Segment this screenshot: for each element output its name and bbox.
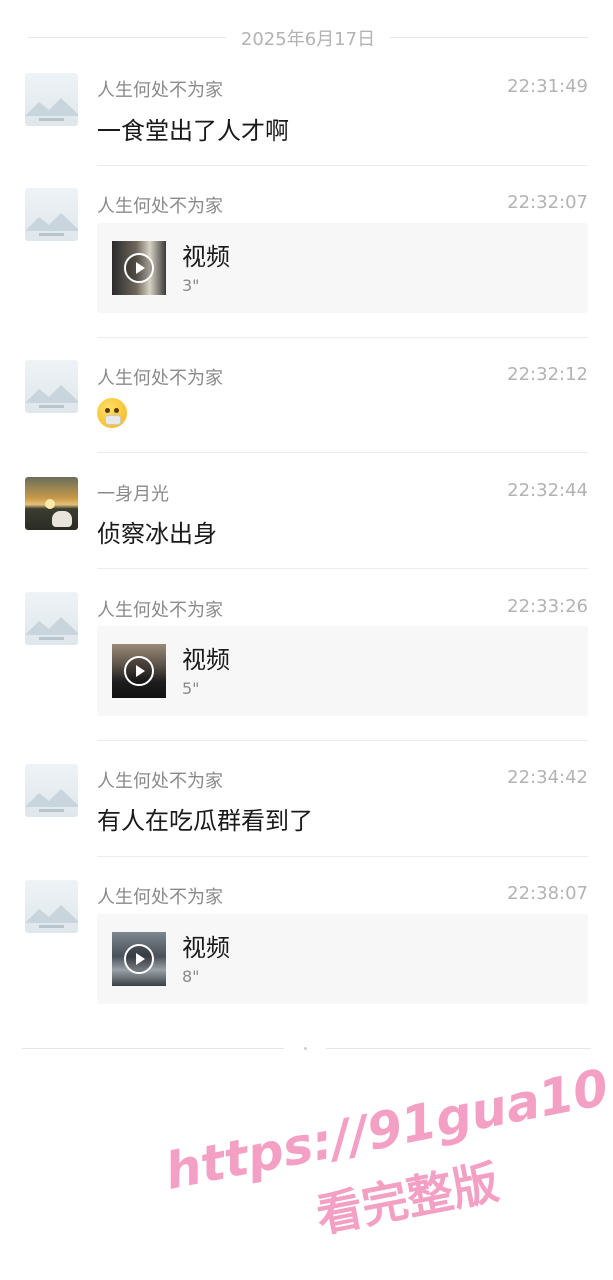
video-duration: 3" — [182, 276, 200, 295]
message-divider — [97, 337, 588, 338]
avatar-cat — [52, 511, 72, 527]
video-thumbnail[interactable] — [112, 932, 166, 986]
play-icon[interactable] — [124, 253, 154, 283]
emoji-eye — [105, 408, 110, 413]
video-label: 视频 — [182, 243, 230, 271]
avatar[interactable] — [25, 73, 78, 126]
separator-line — [390, 37, 588, 38]
avatar-sun — [45, 499, 55, 509]
emoji-mask — [105, 415, 121, 425]
sender-name[interactable]: 人生何处不为家 — [97, 767, 223, 793]
message-text[interactable]: 有人在吃瓜群看到了 — [97, 801, 313, 836]
video-label: 视频 — [182, 646, 230, 674]
message-time: 22:32:07 — [507, 192, 588, 213]
message-text[interactable]: 一食堂出了人才啊 — [97, 111, 289, 146]
message-divider — [97, 165, 588, 166]
message-divider — [97, 856, 588, 857]
sender-name[interactable]: 人生何处不为家 — [97, 364, 223, 390]
message-time: 22:31:49 — [507, 76, 588, 97]
sender-name[interactable]: 人生何处不为家 — [97, 192, 223, 218]
play-icon[interactable] — [124, 944, 154, 974]
video-message-card[interactable]: 视频 8" — [97, 914, 588, 1004]
message-time: 22:34:42 — [507, 767, 588, 788]
video-message-card[interactable]: 视频 5" — [97, 626, 588, 716]
message-divider — [97, 452, 588, 453]
avatar[interactable] — [25, 188, 78, 241]
video-duration: 5" — [182, 679, 200, 698]
message-time: 22:32:44 — [507, 480, 588, 501]
separator-dot — [304, 1047, 307, 1050]
video-duration: 8" — [182, 967, 200, 986]
avatar[interactable] — [25, 592, 78, 645]
video-thumbnail[interactable] — [112, 644, 166, 698]
video-label: 视频 — [182, 934, 230, 962]
emoji-eye — [114, 408, 119, 413]
message-time: 22:33:26 — [507, 596, 588, 617]
video-thumbnail[interactable] — [112, 241, 166, 295]
avatar[interactable] — [25, 880, 78, 933]
message-divider — [97, 568, 588, 569]
avatar[interactable] — [25, 764, 78, 817]
message-divider — [97, 740, 588, 741]
sender-name[interactable]: 人生何处不为家 — [97, 76, 223, 102]
avatar[interactable] — [25, 360, 78, 413]
sender-name[interactable]: 人生何处不为家 — [97, 883, 223, 909]
sender-name[interactable]: 人生何处不为家 — [97, 596, 223, 622]
separator-line — [22, 1048, 284, 1049]
message-time: 22:38:07 — [507, 883, 588, 904]
avatar[interactable] — [25, 477, 78, 530]
play-icon[interactable] — [124, 656, 154, 686]
message-time: 22:32:12 — [507, 364, 588, 385]
sender-name[interactable]: 一身月光 — [97, 480, 169, 506]
mask-face-emoji-icon[interactable] — [97, 398, 127, 428]
video-message-card[interactable]: 视频 3" — [97, 223, 588, 313]
message-text[interactable]: 侦察冰出身 — [97, 514, 217, 549]
date-separator: 2025年6月17日 — [28, 22, 588, 52]
date-label: 2025年6月17日 — [240, 29, 376, 50]
watermark: https://91gua10.com 看完整版 — [150, 1002, 613, 1266]
